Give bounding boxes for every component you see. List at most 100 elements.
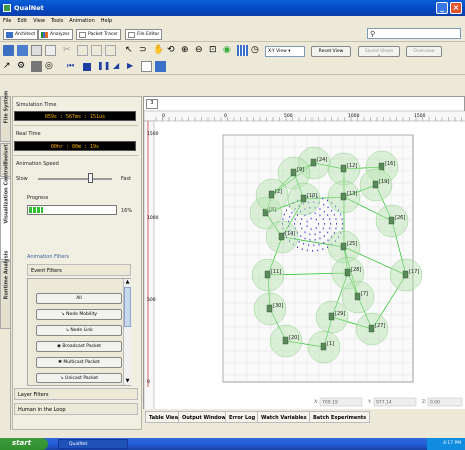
scenario-canvas[interactable]: 0 0 500 1000 1500 1500 1000 500 0 [16] [2… [144, 97, 465, 410]
signal-dot [322, 227, 324, 230]
filters-scrollbar[interactable]: ▲ ▼ [123, 279, 131, 385]
delete-icon[interactable] [105, 45, 116, 56]
cut-icon[interactable]: ✂ [63, 45, 74, 56]
print-icon[interactable] [45, 45, 56, 56]
chart-icon[interactable] [141, 61, 152, 72]
menu-edit[interactable]: Edit [14, 16, 30, 26]
grid-icon[interactable] [237, 45, 248, 56]
node-icon[interactable] [300, 194, 307, 203]
node-icon[interactable] [354, 292, 361, 301]
taskbar-item-qualnet[interactable]: QualNet [58, 439, 128, 449]
close-button[interactable]: × [450, 2, 462, 14]
event-filters-header[interactable]: Event Filters [27, 264, 131, 276]
record-icon[interactable]: ◎ [45, 61, 56, 72]
node-icon[interactable] [282, 336, 289, 345]
tab-error-log[interactable]: Error Log [225, 411, 260, 423]
zoom-out-icon[interactable]: ⊖ [195, 45, 206, 56]
scroll-thumb[interactable] [124, 287, 131, 327]
globe-icon[interactable]: ◉ [223, 45, 234, 56]
node-icon[interactable] [278, 232, 285, 241]
filter-all-button[interactable]: All [36, 293, 122, 304]
filter-broadcast-button[interactable]: ◉ Broadcast Packet [36, 341, 122, 352]
save-icon[interactable] [31, 45, 42, 56]
node-icon[interactable] [378, 162, 385, 171]
menu-tools[interactable]: Tools [48, 16, 66, 26]
overview-button[interactable]: Overview [406, 46, 442, 57]
select-icon[interactable]: ↗ [3, 61, 14, 72]
node-icon[interactable] [340, 242, 347, 251]
tab-runtime-analysis[interactable]: Runtime Analysis [0, 251, 11, 329]
speed-slider-track[interactable] [38, 178, 112, 180]
building-icon[interactable] [31, 61, 42, 72]
node-icon[interactable] [340, 164, 347, 173]
stop-icon[interactable] [83, 63, 91, 71]
node-label: [9] [297, 167, 304, 173]
rotate-icon[interactable]: ⟲ [167, 45, 178, 56]
rewind-icon[interactable]: ⏮ [67, 61, 78, 72]
pan-icon[interactable]: ✋ [153, 45, 164, 56]
speed-slider-thumb[interactable] [88, 173, 93, 183]
node-icon[interactable] [264, 270, 271, 279]
tab-file-system[interactable]: File System [0, 91, 11, 142]
tab-watch-variables[interactable]: Watch Variables [257, 411, 311, 423]
node-icon[interactable] [268, 190, 275, 199]
filter-multicast-button[interactable]: ✱ Multicast Packet [36, 357, 122, 368]
node-icon[interactable] [388, 216, 395, 225]
menu-animation[interactable]: Animation [66, 16, 98, 26]
open-icon[interactable] [17, 45, 28, 56]
step-icon[interactable]: ◢ [113, 61, 124, 72]
menu-file[interactable]: File [0, 16, 14, 26]
tab-visualization-controls[interactable]: Visualization Controls [0, 162, 11, 260]
pause-icon[interactable]: ❚❚ [97, 61, 110, 72]
node-icon[interactable] [310, 158, 317, 167]
pointer-icon[interactable]: ↖ [125, 45, 136, 56]
start-button[interactable]: start [0, 438, 48, 450]
layer-filters-row[interactable]: Layer Filters [14, 388, 138, 400]
signal-dot [300, 235, 302, 237]
human-in-loop-row[interactable]: Human in the Loop [14, 403, 138, 415]
signal-dot [315, 227, 317, 229]
architect-button[interactable]: Architect [3, 29, 39, 40]
play-icon[interactable]: ▶ [127, 61, 138, 72]
node-icon[interactable] [402, 270, 409, 279]
z-coord-value: 0.00 [430, 400, 440, 406]
minimize-button[interactable]: _ [436, 2, 448, 14]
tab-batch-experiments[interactable]: Batch Experiments [309, 411, 371, 423]
scroll-up-icon[interactable]: ▲ [124, 279, 131, 286]
copy-icon[interactable] [77, 45, 88, 56]
stats-icon[interactable] [155, 61, 166, 72]
filter-node-link-button[interactable]: ↘ Node Link [36, 325, 122, 336]
zoom-fit-icon[interactable]: ⊡ [209, 45, 220, 56]
menu-help[interactable]: Help [98, 16, 115, 26]
node-icon[interactable] [320, 342, 327, 351]
new-icon[interactable] [3, 45, 14, 56]
node-icon[interactable] [372, 180, 379, 189]
animation-filters-header[interactable]: Animation Filters [27, 254, 69, 260]
packet-tracer-button[interactable]: Packet Tracer [76, 29, 121, 40]
tab-output-window[interactable]: Output Window [178, 411, 230, 423]
file-editor-button[interactable]: File Editor [125, 29, 163, 40]
search-input[interactable]: ⚲ [367, 28, 461, 39]
lasso-icon[interactable]: ⊃ [139, 45, 150, 56]
filter-node-mobility-button[interactable]: ↘ Node Mobility [36, 309, 122, 320]
saved-views-button[interactable]: Saved Views ▾ [358, 46, 400, 59]
node-icon[interactable] [340, 192, 347, 201]
node-icon[interactable] [290, 168, 297, 177]
analyzer-button[interactable]: Analyzer [38, 29, 73, 40]
node-icon[interactable] [344, 268, 351, 277]
view-combo[interactable]: X-Y View ▾ [265, 46, 305, 57]
event-filters-list: All ↘ Node Mobility ↘ Node Link ◉ Broadc… [27, 278, 131, 386]
reset-view-button[interactable]: Reset View [311, 46, 351, 57]
scroll-down-icon[interactable]: ▼ [124, 378, 131, 385]
camera-icon[interactable]: ◷ [251, 45, 262, 56]
node-icon[interactable] [368, 324, 375, 333]
filter-unicast-button[interactable]: ↘ Unicast Packet [36, 373, 122, 383]
signal-dot [327, 199, 328, 202]
node-icon[interactable] [266, 304, 273, 313]
node-icon[interactable] [328, 312, 335, 321]
signal-dot [318, 223, 319, 225]
menu-view[interactable]: View [30, 16, 48, 26]
wrench-icon[interactable]: ⚙ [17, 61, 28, 72]
zoom-in-icon[interactable]: ⊕ [181, 45, 192, 56]
paste-icon[interactable] [91, 45, 102, 56]
